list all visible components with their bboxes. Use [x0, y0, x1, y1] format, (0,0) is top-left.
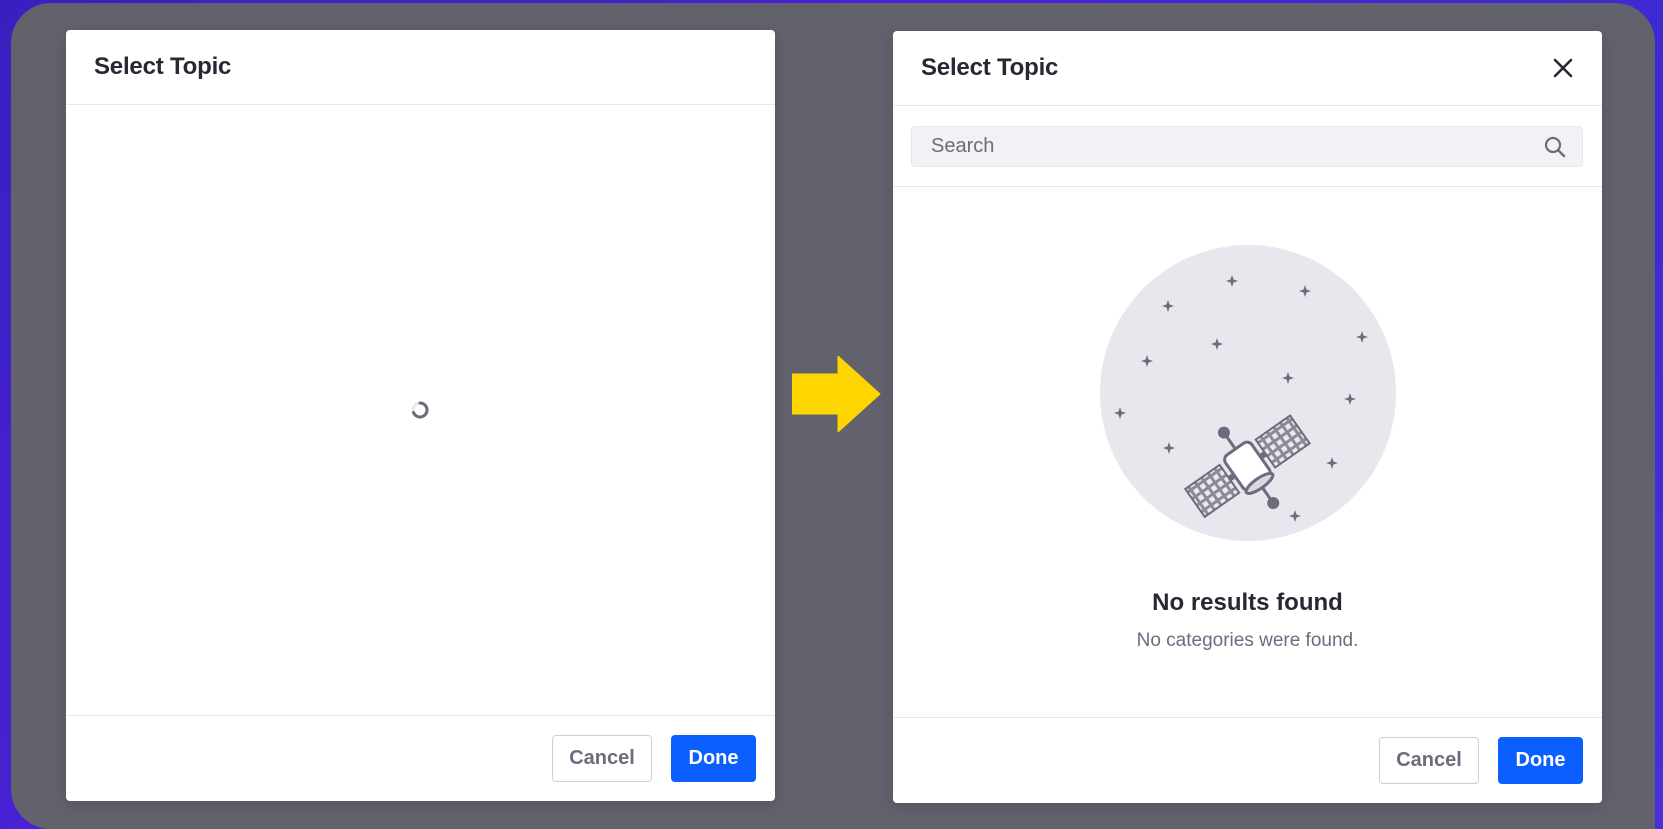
select-topic-modal-empty: Select Topic Search No results found No … [893, 31, 1602, 803]
modal-footer: Cancel Done [893, 717, 1602, 803]
modal-header: Select Topic [893, 31, 1602, 106]
search-field [911, 126, 1583, 167]
modal-title: Select Topic [94, 53, 232, 80]
select-topic-modal-loading: Select Topic Cancel Done [66, 30, 775, 801]
empty-state-title: No results found [1152, 589, 1343, 616]
modal-footer: Cancel Done [66, 715, 775, 801]
modal-title: Select Topic [921, 54, 1059, 81]
close-icon[interactable] [1550, 55, 1576, 81]
loading-spinner-icon [411, 401, 429, 419]
modal-header: Select Topic [66, 30, 775, 105]
arrow-right-icon [792, 356, 881, 432]
done-button[interactable]: Done [671, 735, 756, 782]
empty-state-description: No categories were found. [1136, 630, 1359, 651]
cancel-button[interactable]: Cancel [1379, 737, 1479, 784]
search-bar [893, 106, 1602, 187]
cancel-button[interactable]: Cancel [552, 735, 652, 782]
search-icon[interactable] [1544, 136, 1566, 158]
search-input[interactable] [912, 127, 1582, 166]
satellite-illustration [1100, 245, 1396, 541]
done-button[interactable]: Done [1498, 737, 1583, 784]
